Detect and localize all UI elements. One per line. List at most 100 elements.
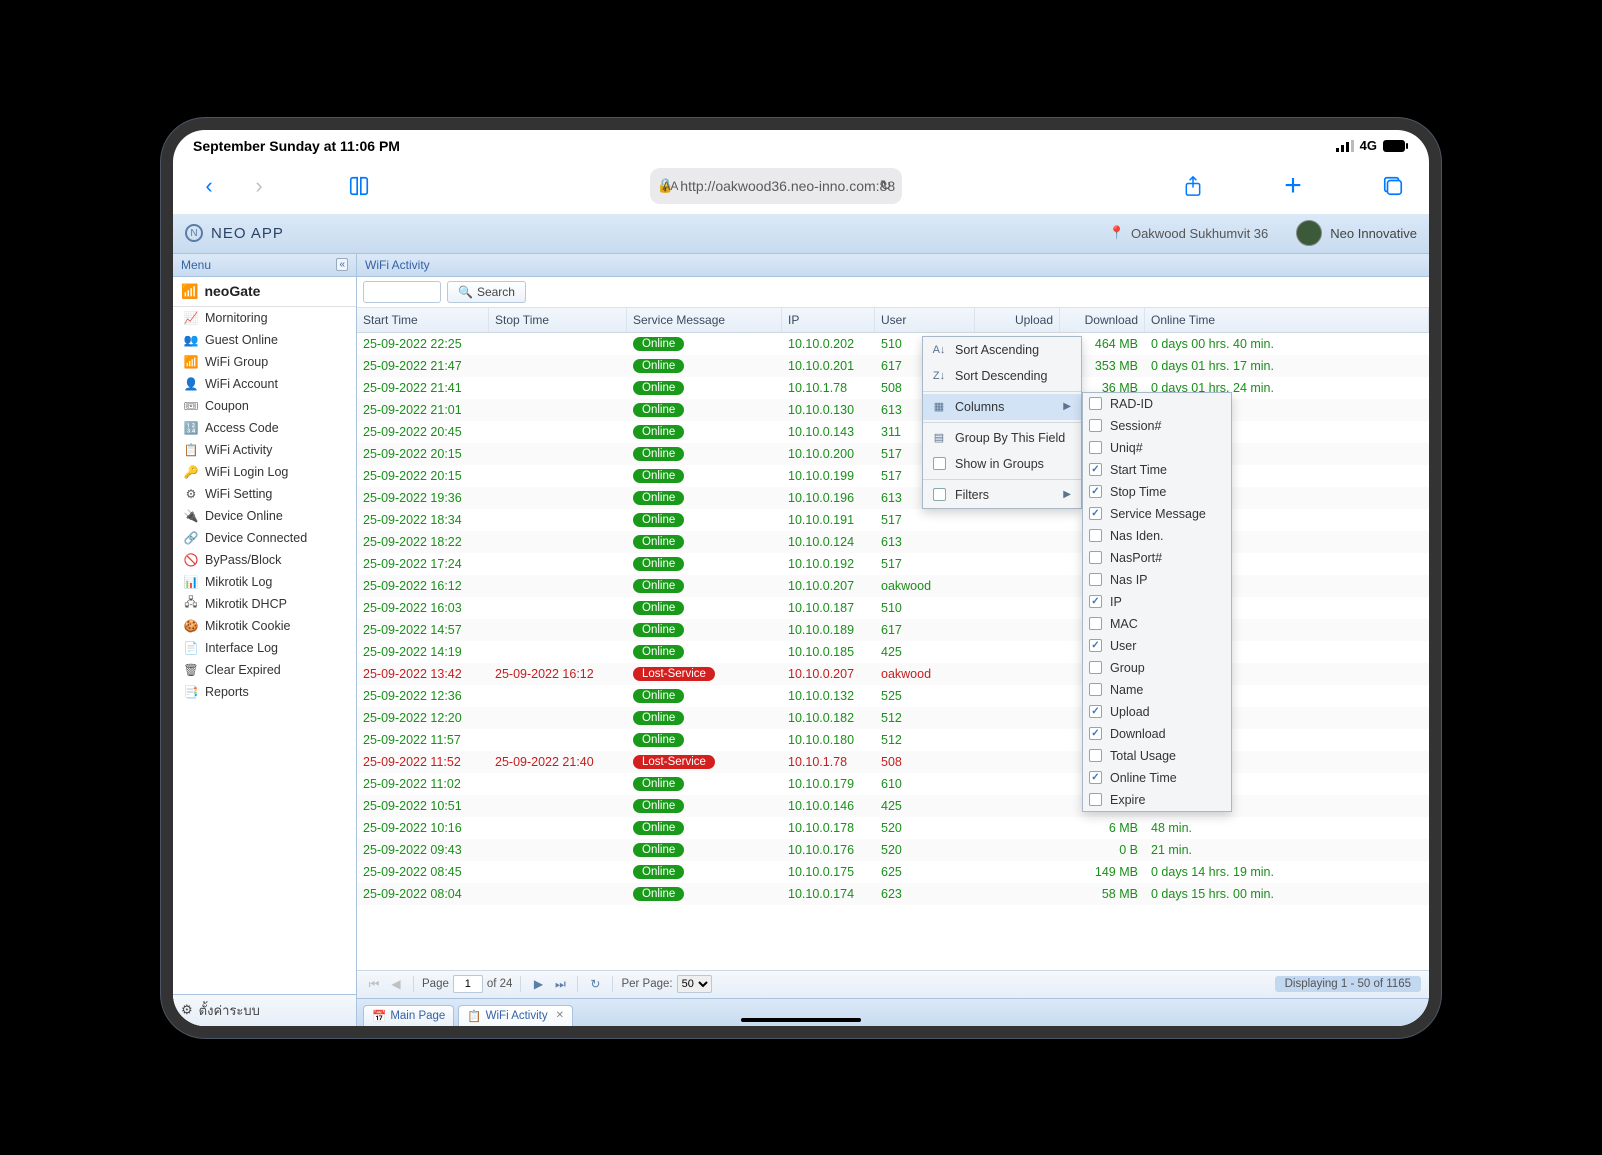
sidebar-item[interactable]: 👤WiFi Account (173, 373, 356, 395)
reading-list-button[interactable] (339, 166, 379, 206)
sidebar-item[interactable]: 📊Mikrotik Log (173, 571, 356, 593)
last-page-button[interactable]: ⏭ (551, 975, 569, 993)
column-toggle-item[interactable]: ✓IP (1083, 591, 1231, 613)
group-by-item[interactable]: ▤Group By This Field (923, 425, 1081, 451)
column-toggle-item[interactable]: ✓Online Time (1083, 767, 1231, 789)
col-stop-time[interactable]: Stop Time (489, 308, 627, 332)
new-tab-button[interactable]: + (1273, 166, 1313, 206)
table-row[interactable]: 25-09-2022 13:4225-09-2022 16:12Lost-Ser… (357, 663, 1429, 685)
filters-item[interactable]: Filters▶ (923, 482, 1081, 508)
tab[interactable]: 📋WiFi Activity✕ (458, 1005, 573, 1026)
column-toggle-item[interactable]: RAD-ID (1083, 393, 1231, 415)
columns-item[interactable]: ▦Columns▶ (923, 394, 1081, 420)
sidebar-item[interactable]: ⚙WiFi Setting (173, 483, 356, 505)
close-icon[interactable]: ✕ (556, 1010, 564, 1021)
col-service-message[interactable]: Service Message (627, 308, 782, 332)
column-toggle-item[interactable]: Uniq# (1083, 437, 1231, 459)
table-row[interactable]: 25-09-2022 20:15Online10.10.0.20051750 m… (357, 443, 1429, 465)
table-row[interactable]: 25-09-2022 20:45Online10.10.0.14331119 m… (357, 421, 1429, 443)
sidebar-item[interactable]: 📄Interface Log (173, 637, 356, 659)
column-toggle-item[interactable]: ✓Service Message (1083, 503, 1231, 525)
search-button[interactable]: 🔍 Search (447, 281, 526, 303)
sidebar-item[interactable]: 📈Mornitoring (173, 307, 356, 329)
table-row[interactable]: 25-09-2022 11:5225-09-2022 21:40Lost-Ser… (357, 751, 1429, 773)
column-toggle-item[interactable]: NasPort# (1083, 547, 1231, 569)
table-row[interactable]: 25-09-2022 18:34Online10.10.0.191517769 … (357, 509, 1429, 531)
column-toggle-item[interactable]: Nas Iden. (1083, 525, 1231, 547)
sidebar-item[interactable]: 🎟Coupon (173, 395, 356, 417)
sidebar-group-header[interactable]: 📶 neoGate (173, 277, 356, 307)
sidebar-item[interactable]: 👥Guest Online (173, 329, 356, 351)
table-row[interactable]: 25-09-2022 21:01Online10.10.0.13061303 m… (357, 399, 1429, 421)
table-row[interactable]: 25-09-2022 11:02Online10.10.0.17961036 M… (357, 773, 1429, 795)
sidebar-item[interactable]: 📶WiFi Group (173, 351, 356, 373)
reload-button[interactable]: ↻ (880, 177, 892, 194)
table-row[interactable]: 25-09-2022 17:24Online10.10.0.192517278 … (357, 553, 1429, 575)
sidebar-item[interactable]: 🖧Mikrotik DHCP (173, 593, 356, 615)
collapse-button[interactable]: « (336, 258, 348, 271)
sidebar-item[interactable]: 🔑WiFi Login Log (173, 461, 356, 483)
column-toggle-item[interactable]: ✓Upload (1083, 701, 1231, 723)
table-row[interactable]: 25-09-2022 09:43Online10.10.0.1765200 B2… (357, 839, 1429, 861)
forward-button[interactable]: › (239, 166, 279, 206)
table-row[interactable]: 25-09-2022 20:15Online10.10.0.19951750 m… (357, 465, 1429, 487)
table-row[interactable]: 25-09-2022 22:25Online10.10.0.202510464 … (357, 333, 1429, 355)
column-toggle-item[interactable]: ✓Start Time (1083, 459, 1231, 481)
table-row[interactable]: 25-09-2022 16:12Online10.10.0.207oakwood… (357, 575, 1429, 597)
table-row[interactable]: 25-09-2022 08:04Online10.10.0.17462358 M… (357, 883, 1429, 905)
sidebar-item[interactable]: 🔢Access Code (173, 417, 356, 439)
column-toggle-item[interactable]: ✓Download (1083, 723, 1231, 745)
sidebar-item[interactable]: 🗑Clear Expired (173, 659, 356, 681)
col-online-time[interactable]: Online Time (1145, 308, 1429, 332)
sidebar-item[interactable]: 🚫ByPass/Block (173, 549, 356, 571)
table-row[interactable]: 25-09-2022 18:22Online10.10.0.124613167 … (357, 531, 1429, 553)
avatar[interactable] (1296, 220, 1322, 246)
home-indicator[interactable] (741, 1018, 861, 1022)
search-input[interactable] (363, 281, 441, 303)
text-size-button[interactable]: AA (662, 179, 678, 193)
tabs-button[interactable] (1373, 166, 1413, 206)
prev-page-button[interactable]: ◀ (387, 975, 405, 993)
column-toggle-item[interactable]: Nas IP (1083, 569, 1231, 591)
back-button[interactable]: ‹ (189, 166, 229, 206)
first-page-button[interactable]: ⏮ (365, 975, 383, 993)
col-upload[interactable]: Upload (975, 308, 1060, 332)
table-row[interactable]: 25-09-2022 16:03Online10.10.0.187510123 … (357, 597, 1429, 619)
column-toggle-item[interactable]: Group (1083, 657, 1231, 679)
sort-descending-item[interactable]: Z↓Sort Descending (923, 363, 1081, 389)
table-row[interactable]: 25-09-2022 08:45Online10.10.0.175625149 … (357, 861, 1429, 883)
next-page-button[interactable]: ▶ (529, 975, 547, 993)
table-row[interactable]: 25-09-2022 10:51Online10.10.0.14642590 M… (357, 795, 1429, 817)
col-ip[interactable]: IP (782, 308, 875, 332)
table-row[interactable]: 25-09-2022 21:41Online10.10.1.7850836 MB… (357, 377, 1429, 399)
tab[interactable]: 📅Main Page (363, 1005, 454, 1026)
sidebar-item[interactable]: 🍪Mikrotik Cookie (173, 615, 356, 637)
column-toggle-item[interactable]: MAC (1083, 613, 1231, 635)
column-toggle-item[interactable]: Name (1083, 679, 1231, 701)
table-row[interactable]: 25-09-2022 12:20Online10.10.0.18251227 M… (357, 707, 1429, 729)
column-toggle-item[interactable]: Session# (1083, 415, 1231, 437)
per-page-select[interactable]: 50 (677, 975, 712, 993)
table-row[interactable]: 25-09-2022 19:36Online10.10.0.19661329 m… (357, 487, 1429, 509)
sidebar-item[interactable]: 📑Reports (173, 681, 356, 703)
column-toggle-item[interactable]: ✓Stop Time (1083, 481, 1231, 503)
col-start-time[interactable]: Start Time (357, 308, 489, 332)
column-toggle-item[interactable]: Expire (1083, 789, 1231, 811)
page-input[interactable] (453, 975, 483, 993)
table-row[interactable]: 25-09-2022 14:19Online10.10.0.18542532 M… (357, 641, 1429, 663)
show-in-groups-item[interactable]: Show in Groups (923, 451, 1081, 477)
share-button[interactable] (1173, 166, 1213, 206)
refresh-button[interactable]: ↻ (586, 975, 604, 993)
table-row[interactable]: 25-09-2022 14:57Online10.10.0.189617101 … (357, 619, 1429, 641)
col-download[interactable]: Download (1060, 308, 1145, 332)
sidebar-item[interactable]: 📋WiFi Activity (173, 439, 356, 461)
sort-ascending-item[interactable]: A↓Sort Ascending (923, 337, 1081, 363)
table-row[interactable]: 25-09-2022 10:16Online10.10.0.1785206 MB… (357, 817, 1429, 839)
table-row[interactable]: 25-09-2022 21:47Online10.10.0.201617353 … (357, 355, 1429, 377)
url-bar[interactable]: AA 🔒 http://oakwood36.neo-inno.com:88 ↻ (650, 168, 901, 204)
settings-button[interactable]: ⚙ ตั้งค่าระบบ (173, 994, 356, 1026)
sidebar-item[interactable]: 🔗Device Connected (173, 527, 356, 549)
sidebar-item[interactable]: 🔌Device Online (173, 505, 356, 527)
column-toggle-item[interactable]: Total Usage (1083, 745, 1231, 767)
table-row[interactable]: 25-09-2022 11:57Online10.10.0.18051215 M… (357, 729, 1429, 751)
